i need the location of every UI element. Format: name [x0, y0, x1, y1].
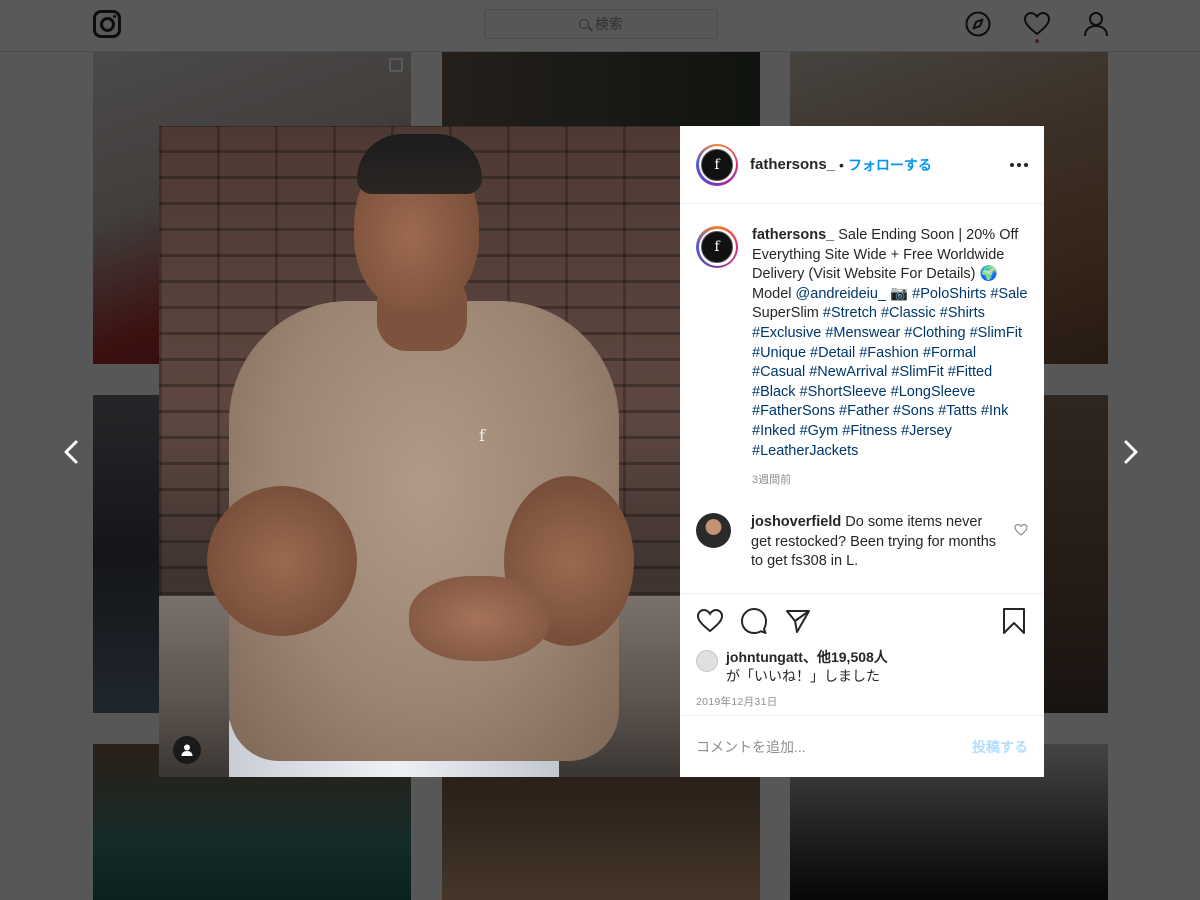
separator-dot: •: [839, 156, 844, 173]
shirt-logo: f: [479, 426, 485, 445]
camera-emoji: 📷: [890, 285, 909, 302]
hands: [409, 576, 549, 661]
comment-like-heart-icon[interactable]: [1014, 523, 1028, 537]
post-modal: f f fathersons_ • フォローする f fathersons_ S…: [159, 126, 1044, 777]
caption-username[interactable]: fathersons_: [752, 227, 834, 243]
caption-avatar[interactable]: f: [696, 226, 738, 268]
comments-section: f fathersons_ Sale Ending Soon | 20% Off…: [680, 204, 1044, 593]
likes-summary: johntungatt、他19,508人 が「いいね！」しました: [696, 648, 1028, 686]
caption: f fathersons_ Sale Ending Soon | 20% Off…: [696, 226, 1028, 461]
liker-avatar[interactable]: [696, 650, 718, 672]
caption-word: SuperSlim: [752, 305, 819, 322]
caption-text: fathersons_ Sale Ending Soon | 20% Off E…: [752, 226, 1028, 461]
previous-post-arrow-icon[interactable]: [58, 438, 86, 466]
caption-time-ago: 3週間前: [752, 474, 792, 487]
comment-text: joshoverfield Do some items never get re…: [751, 513, 999, 572]
caption-mention[interactable]: @andreideiu_: [796, 286, 887, 302]
more-options-icon[interactable]: [1010, 162, 1028, 167]
comment-item: joshoverfield Do some items never get re…: [696, 513, 1028, 572]
comment-input[interactable]: [696, 738, 972, 755]
follow-button[interactable]: フォローする: [848, 155, 932, 175]
likes-text: johntungatt、他19,508人 が「いいね！」しました: [726, 648, 888, 686]
action-bar: [696, 606, 1028, 636]
commenter-username[interactable]: joshoverfield: [751, 514, 841, 530]
save-bookmark-icon[interactable]: [1000, 607, 1028, 635]
next-post-arrow-icon[interactable]: [1116, 438, 1144, 466]
hair: [357, 134, 482, 194]
caption-hashtags[interactable]: #Stretch #Classic #Shirts #Exclusive #Me…: [752, 305, 1022, 458]
commenter-avatar[interactable]: [696, 513, 731, 549]
post-header: f fathersons_ • フォローする: [680, 126, 1044, 204]
post-date: 2019年12月31日: [696, 696, 778, 708]
post-comment-button[interactable]: 投稿する: [972, 737, 1028, 757]
comment-bubble-icon[interactable]: [740, 607, 768, 635]
like-heart-icon[interactable]: [696, 607, 724, 635]
left-arm: [207, 486, 357, 636]
liker-username[interactable]: johntungatt: [726, 649, 803, 665]
share-paper-plane-icon[interactable]: [784, 607, 812, 635]
likes-suffix: が「いいね！」しました: [726, 668, 880, 684]
user-tag-icon[interactable]: [173, 736, 201, 764]
post-actions: johntungatt、他19,508人 が「いいね！」しました 2019年12…: [680, 593, 1044, 715]
post-photo[interactable]: f: [159, 126, 680, 777]
caption-hashtags[interactable]: #PoloShirts #Sale: [912, 286, 1027, 302]
post-sidebar: f fathersons_ • フォローする f fathersons_ Sal…: [680, 126, 1044, 777]
likes-count[interactable]: 、他19,508人: [803, 649, 888, 665]
author-avatar[interactable]: f: [696, 143, 738, 186]
author-username[interactable]: fathersons_: [750, 156, 835, 173]
add-comment-bar: 投稿する: [680, 715, 1044, 777]
